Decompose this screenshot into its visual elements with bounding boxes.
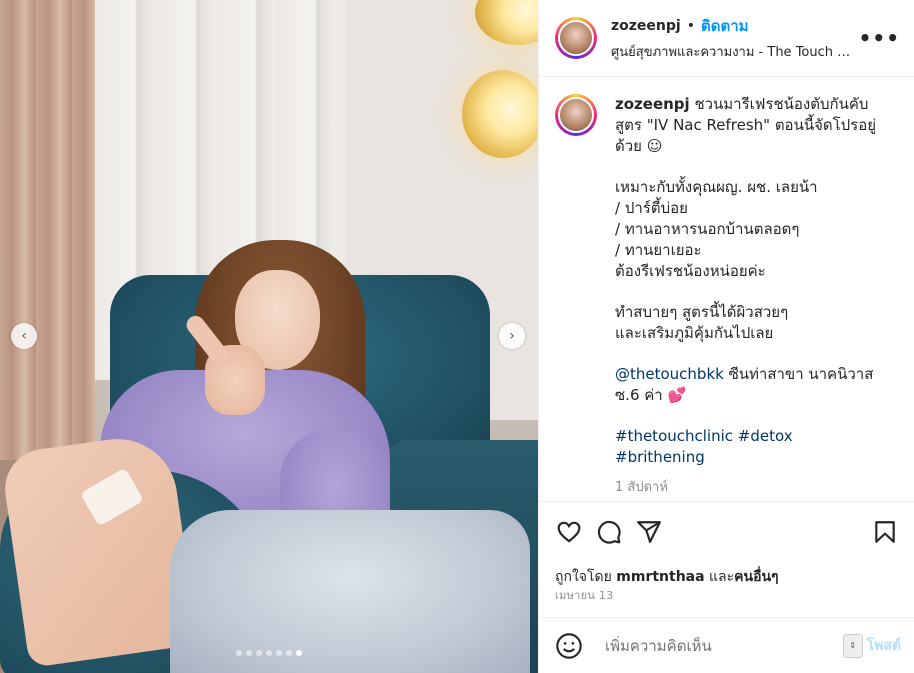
avatar-image [558,20,594,56]
caption-line: / ทานยาเยอะ [615,241,702,259]
action-bar [539,501,914,561]
comment-input[interactable] [603,635,843,656]
post-header: zozeenpj • ติดตาม ศูนย์สุขภาพและความงาม … [539,0,914,77]
hashtag-link[interactable]: #thetouchclinic [615,427,733,445]
comment-button[interactable] [595,518,623,546]
slide-dot [296,650,302,656]
slide-indicator [0,650,538,656]
caption-line: / ทานอาหารนอกบ้านตลอดๆ [615,220,800,238]
likes-summary: ถูกใจโดย mmrtnthaa และคนอื่นๆ [555,566,779,588]
header-line: zozeenpj • ติดตาม [611,14,851,38]
separator-dot: • [686,18,695,34]
blanket [170,510,530,673]
caption-line: และเสริมภูมิคุ้มกันไปเลย [615,324,774,342]
slide-dot [236,650,242,656]
share-button[interactable] [635,518,663,546]
caption-line: ต้องรีเฟรชน้องหน่อยค่ะ [615,262,766,280]
caption-line: เหมาะกับทั้งคุณผญ. ผช. เลยน้า [615,178,818,196]
mention-link[interactable]: @thetouchbkk [615,365,724,383]
caption-line: / ปาร์ตี้บ่อย [615,199,688,217]
hashtag-link[interactable]: #brithening [615,448,705,466]
person-arm [0,431,199,668]
more-options-icon[interactable]: ••• [859,26,900,50]
follow-button[interactable]: ติดตาม [701,14,749,38]
username-link[interactable]: zozeenpj [611,18,681,34]
slide-dot [286,650,292,656]
avatar[interactable] [555,17,597,59]
save-button[interactable] [871,518,899,546]
hashtag-line: #brithening [615,447,895,468]
previous-slide-button[interactable]: ‹ [11,323,37,349]
hashtag-link[interactable]: #detox [738,427,793,445]
caption-username[interactable]: zozeenpj [615,95,690,113]
post-media[interactable]: ‹ › [0,0,538,673]
slide-dot [266,650,272,656]
caption-line: ทำสบายๆ สูตรนี้ได้ผิวสวยๆ [615,303,789,321]
caption-text: zozeenpj ชวนมารีเฟรชน้องตับกันคับ สูตร "… [615,94,895,498]
chevron-left-icon: ‹ [21,328,27,344]
caption-timestamp[interactable]: 1 สัปดาห์ [615,477,895,498]
bookmark-icon [875,520,895,543]
next-slide-button[interactable]: › [499,323,525,349]
caption-avatar[interactable] [555,94,597,136]
slide-dot [256,650,262,656]
comment-icon [597,520,621,544]
heart-icon [557,521,581,543]
avatar-image [558,97,594,133]
slide-dot [246,650,252,656]
resize-handle-icon[interactable]: ⇕ [842,633,863,658]
likes-mid: และ [704,569,735,585]
header-text: zozeenpj • ติดตาม ศูนย์สุขภาพและความงาม … [611,14,851,62]
comment-box: ⇕ โพสต์ [539,617,914,673]
chevron-right-icon: › [509,328,515,344]
liker-username-link[interactable]: mmrtnthaa [616,569,704,585]
like-button[interactable] [555,518,583,546]
caption-area: zozeenpj ชวนมารีเฟรชน้องตับกันคับ สูตร "… [539,78,914,501]
caption-intro: zozeenpj ชวนมารีเฟรชน้องตับกันคับ สูตร "… [615,94,895,157]
likes-prefix: ถูกใจโดย [555,569,617,585]
post-comment-button[interactable]: โพสต์ [867,635,901,657]
curtain-background [0,0,95,460]
share-icon [637,520,661,543]
location-link[interactable]: ศูนย์สุขภาพและความงาม - The Touch Clinic [611,41,851,62]
slide-dot [276,650,282,656]
wall-lamp [462,70,538,158]
hashtag-line: #thetouchclinic #detox [615,426,895,447]
heart-emoji: 💕 [667,386,687,404]
post-sidebar: zozeenpj • ติดตาม ศูนย์สุขภาพและความงาม … [538,0,914,673]
likes-others-link[interactable]: คนอื่นๆ [734,569,778,585]
post-date[interactable]: เมษายน 13 [555,586,614,604]
emoji-icon[interactable] [555,632,583,660]
caption-row: zozeenpj ชวนมารีเฟรชน้องตับกันคับ สูตร "… [555,94,901,498]
caption-mention-line: @thetouchbkk ซีนท่าสาขา นาคนิวาส ซ.6 ค่า… [615,364,895,406]
